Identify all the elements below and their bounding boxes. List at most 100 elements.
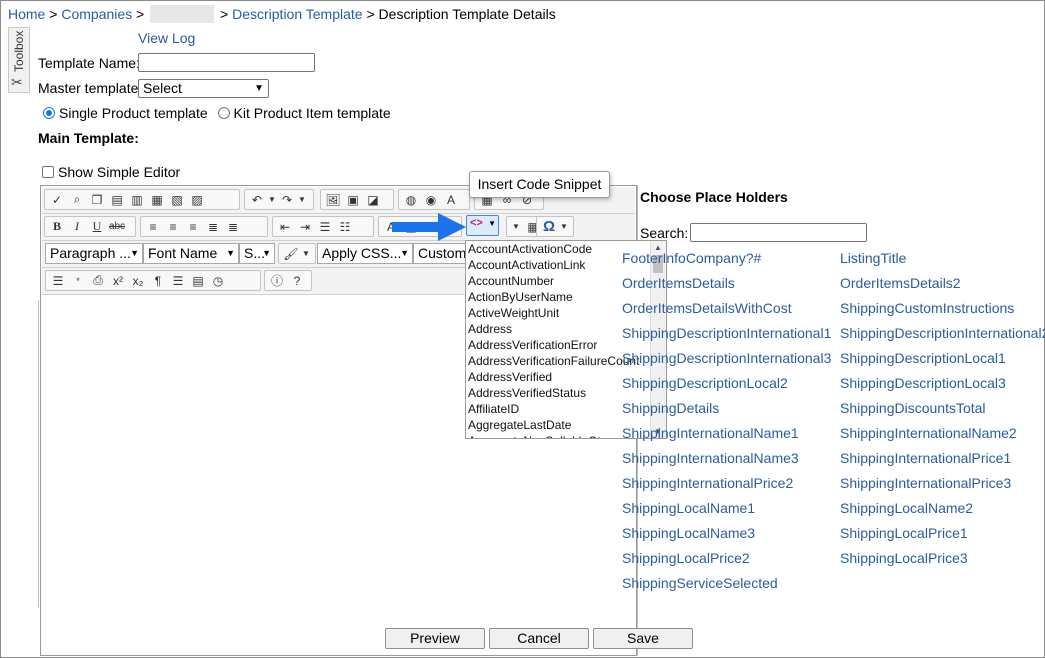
clock-icon[interactable]: ◷: [208, 272, 228, 290]
show-simple-editor[interactable]: Show Simple Editor: [42, 164, 180, 180]
redo-icon[interactable]: ↷: [277, 191, 297, 209]
omega-icon[interactable]: Ω: [539, 218, 559, 236]
placeholder-link[interactable]: ShippingLocalName3: [622, 525, 755, 541]
chevron-down-icon[interactable]: ▼: [297, 191, 307, 209]
print-icon[interactable]: ⎙: [88, 272, 108, 290]
media-icon[interactable]: ◉: [421, 191, 441, 209]
paste-html-icon[interactable]: ▧: [167, 191, 187, 209]
compass-icon[interactable]: ◍: [401, 191, 421, 209]
chevron-down-icon[interactable]: ▼: [559, 218, 569, 236]
italic-icon[interactable]: I: [67, 218, 87, 236]
align-justify-icon[interactable]: ≣: [203, 218, 223, 236]
pdf-icon[interactable]: A: [441, 191, 461, 209]
strikethrough-icon[interactable]: abc: [107, 218, 127, 236]
placeholder-link[interactable]: OrderItemsDetails2: [840, 275, 961, 291]
format-painter-icon[interactable]: 🖌: [281, 245, 301, 263]
placeholder-link[interactable]: ShippingDiscountsTotal: [840, 400, 986, 416]
flash-icon[interactable]: ◪: [363, 191, 383, 209]
radio-button-checked[interactable]: [43, 107, 55, 119]
preview-button[interactable]: Preview: [385, 628, 485, 649]
radio-single-product[interactable]: Single Product template: [43, 105, 208, 121]
template-name-input[interactable]: [138, 53, 315, 72]
placeholder-link[interactable]: ShippingDescriptionLocal3: [840, 375, 1006, 391]
spellcheck-icon[interactable]: ✓: [47, 191, 67, 209]
placeholder-link[interactable]: ShippingInternationalPrice1: [840, 450, 1011, 466]
bold-icon[interactable]: B: [47, 218, 67, 236]
paste-plain-icon[interactable]: ▨: [187, 191, 207, 209]
placeholder-link[interactable]: ShippingLocalPrice2: [622, 550, 750, 566]
placeholder-link[interactable]: FooterInfoCompany?#: [622, 250, 761, 266]
placeholder-link[interactable]: ShippingServiceSelected: [622, 575, 778, 591]
chevron-down-icon[interactable]: ▼: [301, 245, 311, 263]
placeholder-link[interactable]: ShippingLocalPrice1: [840, 525, 968, 541]
placeholder-link[interactable]: ShippingDescriptionLocal2: [622, 375, 788, 391]
placeholder-link[interactable]: ShippingLocalPrice3: [840, 550, 968, 566]
placeholder-link[interactable]: OrderItemsDetailsWithCost: [622, 300, 792, 316]
underline-icon[interactable]: U: [87, 218, 107, 236]
placeholder-link[interactable]: ShippingDetails: [622, 400, 719, 416]
align-none-icon[interactable]: ≣: [223, 218, 243, 236]
page-properties-icon[interactable]: ▤: [188, 272, 208, 290]
view-log-link[interactable]: View Log: [138, 30, 195, 46]
show-simple-editor-checkbox[interactable]: [42, 166, 54, 178]
paste-word-icon[interactable]: ▦: [147, 191, 167, 209]
image-map-icon[interactable]: ▣: [343, 191, 363, 209]
placeholder-link[interactable]: ShippingInternationalName1: [622, 425, 799, 441]
save-button[interactable]: Save: [593, 628, 693, 649]
cancel-button[interactable]: Cancel: [489, 628, 589, 649]
asterisk-icon[interactable]: *: [68, 272, 88, 290]
subscript-icon[interactable]: x₂: [128, 272, 148, 290]
master-template-select[interactable]: Select ▼: [138, 79, 269, 98]
placeholder-link[interactable]: ShippingInternationalPrice3: [840, 475, 1011, 491]
placeholder-link[interactable]: ShippingLocalName1: [622, 500, 755, 516]
insert-code-snippet-button[interactable]: <> ▼: [466, 215, 499, 236]
placeholder-link[interactable]: ShippingInternationalName2: [840, 425, 1017, 441]
placeholder-link[interactable]: ShippingDescriptionInternational2: [840, 325, 1045, 341]
placeholder-link[interactable]: ShippingDescriptionLocal1: [840, 350, 1006, 366]
placeholders-search-input[interactable]: [690, 223, 867, 242]
breadcrumb-home[interactable]: Home: [8, 6, 45, 22]
align-left-icon[interactable]: ≡: [143, 218, 163, 236]
radio-button[interactable]: [217, 107, 230, 119]
breadcrumb-separator: >: [132, 6, 149, 22]
breadcrumb-description-template[interactable]: Description Template: [232, 6, 362, 22]
paste-text-icon[interactable]: ▥: [127, 191, 147, 209]
numbered-list-icon[interactable]: ☰: [315, 218, 335, 236]
chevron-down-icon[interactable]: ▼: [509, 218, 523, 236]
breadcrumb-companies[interactable]: Companies: [61, 6, 132, 22]
copy-icon[interactable]: ❐: [87, 191, 107, 209]
placeholder-link[interactable]: ShippingDescriptionInternational3: [622, 350, 831, 366]
placeholder-link[interactable]: ShippingInternationalPrice2: [622, 475, 793, 491]
placeholder-link[interactable]: OrderItemsDetails: [622, 275, 735, 291]
help-icon[interactable]: ?: [287, 272, 307, 290]
align-right-icon[interactable]: ≡: [183, 218, 203, 236]
image-icon[interactable]: 🖼: [323, 191, 343, 209]
placeholder-link[interactable]: ShippingInternationalName3: [622, 450, 799, 466]
size-dropdown[interactable]: S... ▼: [239, 243, 275, 264]
undo-icon[interactable]: ↶: [247, 191, 267, 209]
info-icon[interactable]: ⓘ: [267, 272, 287, 290]
indent-icon[interactable]: ⇥: [295, 218, 315, 236]
superscript-icon[interactable]: x²: [108, 272, 128, 290]
custom-dropdown[interactable]: Custom: [413, 243, 469, 264]
placeholder-link[interactable]: ListingTitle: [840, 250, 906, 266]
tools-icon: ✂: [11, 74, 23, 90]
apply-css-dropdown[interactable]: Apply CSS... ▼: [317, 243, 413, 264]
radio-kit-product[interactable]: Kit Product Item template: [217, 105, 391, 121]
pilcrow-icon[interactable]: ¶: [148, 272, 168, 290]
paste-icon[interactable]: ▤: [107, 191, 127, 209]
chevron-down-icon: ▼: [262, 248, 271, 258]
placeholder-link[interactable]: ShippingLocalName2: [840, 500, 973, 516]
paragraph-dropdown[interactable]: Paragraph ... ▼: [45, 243, 143, 264]
find-icon[interactable]: ⌕: [67, 191, 87, 209]
chevron-down-icon[interactable]: ▼: [267, 191, 277, 209]
placeholder-link[interactable]: ShippingDescriptionInternational1: [622, 325, 831, 341]
placeholder-link[interactable]: ShippingCustomInstructions: [840, 300, 1014, 316]
outdent-icon[interactable]: ⇤: [275, 218, 295, 236]
toolbox-panel[interactable]: Toolbox ✂: [8, 27, 30, 93]
bullet-list-icon[interactable]: ☷: [335, 218, 355, 236]
horizontal-rule-icon[interactable]: ☰: [168, 272, 188, 290]
font-name-dropdown[interactable]: Font Name ▼: [143, 243, 239, 264]
paragraph-icon[interactable]: ☰: [48, 272, 68, 290]
align-center-icon[interactable]: ≡: [163, 218, 183, 236]
